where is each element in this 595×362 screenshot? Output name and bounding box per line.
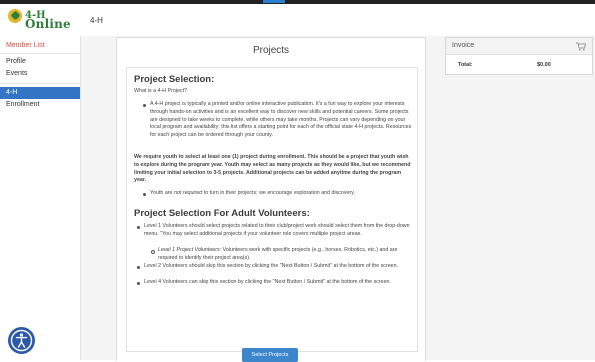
4h-online-logo[interactable]: 4-H Online xyxy=(8,9,71,37)
sidebar-item-4h[interactable]: 4-H xyxy=(0,87,80,99)
youth-note-pre: Youth are xyxy=(150,190,174,196)
invoice-total-amount: $0.00 xyxy=(537,62,551,68)
clover-icon xyxy=(8,9,22,23)
section-heading-project-selection: Project Selection: xyxy=(134,74,215,85)
sidebar-item-enrollment[interactable]: Enrollment xyxy=(6,101,39,108)
sidebar-item-profile[interactable]: Profile xyxy=(6,58,26,65)
project-definition: A 4-H project is typically a printed and… xyxy=(150,101,412,139)
sidebar-item-label: 4-H xyxy=(6,89,18,96)
adult-level2: Level 2 Volunteers should skip this sect… xyxy=(144,263,399,269)
adult-level1-sub: Level 1 Project Volunteers: Volunteers w… xyxy=(158,247,412,263)
sub-bullet xyxy=(151,250,155,254)
logo-line2: Online xyxy=(25,17,71,31)
adult-level1-sub-italic: Level 1 Project Volunteers: xyxy=(158,247,222,253)
adult-level1: Level 1 Volunteers should select project… xyxy=(144,223,410,237)
invoice-title: Invoice xyxy=(452,42,475,49)
page-title: Projects xyxy=(252,45,290,56)
bullet xyxy=(137,266,140,269)
projects-panel: Projects Project Selection: What is a 4-… xyxy=(116,37,426,361)
youth-note: Youth are not required to turn in their … xyxy=(150,190,412,198)
accessibility-icon[interactable] xyxy=(8,327,35,354)
bullet xyxy=(137,226,140,229)
adult-level4: Level 4 Volunteers can skip this section… xyxy=(144,279,391,285)
bullet xyxy=(143,104,146,107)
header-title: 4-H xyxy=(90,16,103,25)
bullet xyxy=(143,193,146,196)
invoice-total-label: Total: xyxy=(458,62,473,68)
invoice-panel: Invoice Total: $0.00 xyxy=(445,37,593,75)
youth-note-italic: not required xyxy=(173,190,203,196)
sidebar-divider xyxy=(0,53,80,54)
section-heading-adult-volunteers: Project Selection For Adult Volunteers: xyxy=(134,208,310,219)
youth-note-post: to turn in their projects; we encourage … xyxy=(202,190,355,196)
bullet xyxy=(137,282,140,285)
sidebar-item-events[interactable]: Events xyxy=(6,70,27,77)
sidebar: Member List Profile Events 4-H Enrollmen… xyxy=(0,36,81,360)
project-info-box: Project Selection: What is a 4-H Project… xyxy=(126,67,418,352)
cart-icon[interactable] xyxy=(576,42,586,51)
top-strip-indicator xyxy=(263,0,285,3)
invoice-header: Invoice xyxy=(446,38,592,55)
question-text: What is a 4-H Project? xyxy=(134,88,187,94)
sidebar-item-member-list[interactable]: Member List xyxy=(6,42,45,49)
requirement-text: We require youth to select at least one … xyxy=(134,154,411,184)
app-header: 4-H Online 4-H xyxy=(0,4,595,37)
sidebar-divider xyxy=(0,83,80,84)
